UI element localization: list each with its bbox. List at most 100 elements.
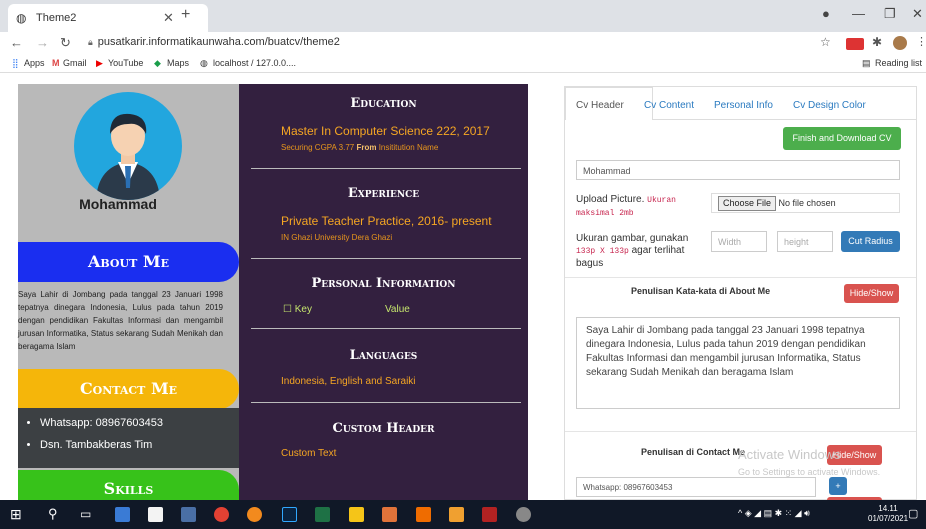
- excel-icon[interactable]: [315, 507, 330, 522]
- divider: [251, 328, 521, 329]
- search-icon[interactable]: ⚲: [48, 506, 58, 522]
- globe-icon: ◍: [16, 11, 27, 25]
- lock-icon: 🔒︎: [88, 37, 93, 47]
- profile-avatar: [74, 92, 182, 200]
- youtube-icon: ▶: [96, 58, 103, 68]
- word-icon[interactable]: [115, 507, 130, 522]
- divider: [251, 402, 521, 403]
- app-icon[interactable]: [449, 507, 464, 522]
- cv-main: Education Master In Computer Science 222…: [239, 84, 528, 500]
- bookmark-gmail[interactable]: Gmail: [63, 58, 87, 68]
- address-bar-row: ← → ↻ 🔒︎ pusatkarir.informatikaunwaha.com…: [0, 32, 926, 54]
- photoshop-icon[interactable]: [282, 507, 297, 522]
- experience-role: Private Teacher Practice, 2016- present: [281, 214, 492, 228]
- taskbar-clock[interactable]: 14.11 01/07/2021: [868, 504, 908, 524]
- about-me-heading: About Me: [18, 242, 239, 282]
- tab-personal-info[interactable]: Personal Info: [714, 100, 773, 111]
- taskbar: ⊞ ⚲ ▭ ^ ◈ ◢ ▤ ✱ ⁙ ◢ 🔊︎ ▢: [0, 500, 926, 529]
- close-window-icon[interactable]: ✕: [912, 6, 923, 22]
- maximize-icon[interactable]: ❐: [884, 6, 896, 22]
- contact-item: Dsn. Tambakberas Tim: [40, 434, 239, 456]
- upload-label: Upload Picture. Ukuran maksimal 2mb: [576, 194, 676, 218]
- notification-icon[interactable]: ▢: [908, 507, 918, 520]
- reading-list[interactable]: Reading list: [875, 58, 922, 68]
- personal-key: ☐ Key: [283, 304, 312, 315]
- file-input[interactable]: Choose File No file chosen: [711, 193, 900, 213]
- contact-input[interactable]: Whatsapp: 08967603453: [576, 477, 816, 497]
- sublime-icon[interactable]: [349, 507, 364, 522]
- experience-place: IN Ghazi University Dera Ghazi: [281, 233, 393, 242]
- contact-me-heading: Contact Me: [18, 369, 239, 409]
- app-icon[interactable]: [516, 507, 531, 522]
- firefox-icon[interactable]: [247, 507, 262, 522]
- bookmark-apps[interactable]: Apps: [24, 58, 45, 68]
- browser-tab[interactable]: ◍ Theme2 ✕: [8, 4, 208, 32]
- activation-watermark-title: Activate Windows: [738, 447, 841, 462]
- chrome-icon[interactable]: [214, 507, 229, 522]
- app-icon[interactable]: [382, 507, 397, 522]
- finish-download-button[interactable]: Finish and Download CV: [783, 127, 901, 150]
- app-icon[interactable]: [416, 507, 431, 522]
- size-label: Ukuran gambar, gunakan 133p X 133p agar …: [576, 233, 689, 269]
- puzzle-icon[interactable]: ✱: [872, 35, 882, 49]
- divider: [251, 168, 521, 169]
- checkbox-icon: ☐: [283, 304, 292, 315]
- contact-section-title: Penulisan di Contact Me: [641, 447, 746, 457]
- store-icon[interactable]: [148, 507, 163, 522]
- url-field[interactable]: 🔒︎ pusatkarir.informatikaunwaha.com/buatc…: [88, 36, 340, 48]
- back-icon[interactable]: ←: [10, 35, 23, 50]
- menu-icon[interactable]: ⋮: [916, 35, 926, 48]
- tab-cv-design-color[interactable]: Cv Design Color: [793, 100, 866, 111]
- extension-icon[interactable]: [846, 38, 864, 50]
- experience-heading: Experience: [347, 186, 420, 201]
- minimize-icon[interactable]: —: [852, 6, 865, 21]
- about-hide-show-button[interactable]: Hide/Show: [844, 284, 899, 303]
- tab-underline: [653, 119, 916, 120]
- forward-icon[interactable]: →: [36, 35, 49, 50]
- filezilla-icon[interactable]: [482, 507, 497, 522]
- close-tab-icon[interactable]: ✕: [163, 10, 174, 26]
- add-contact-button[interactable]: +: [829, 477, 847, 495]
- url-text: pusatkarir.informatikaunwaha.com/buatcv/…: [97, 36, 340, 48]
- gmail-icon: M: [52, 58, 60, 68]
- maps-icon: ◆: [154, 58, 161, 68]
- reload-icon[interactable]: ↻: [60, 35, 71, 51]
- custom-value: Custom Text: [281, 448, 337, 459]
- height-input[interactable]: height: [777, 231, 833, 252]
- bookmarks-bar: ⣿ Apps M Gmail ▶ YouTube ◆ Maps ◍ localh…: [0, 54, 926, 73]
- cv-sidebar: Mohammad About Me Saya Lahir di Jombang …: [18, 84, 239, 500]
- divider: [565, 431, 916, 432]
- task-view-icon[interactable]: ▭: [80, 507, 91, 521]
- education-heading: Education: [350, 96, 417, 111]
- bookmark-youtube[interactable]: YouTube: [108, 58, 143, 68]
- avatar[interactable]: [893, 36, 907, 50]
- custom-heading: Custom Header: [332, 421, 435, 436]
- tab-cv-content[interactable]: Cv Content: [644, 100, 694, 111]
- bookmark-maps[interactable]: Maps: [167, 58, 189, 68]
- record-icon[interactable]: ●: [822, 6, 830, 21]
- languages-value: Indonesia, English and Saraiki: [281, 376, 416, 387]
- name-input[interactable]: Mohammad: [576, 160, 900, 180]
- system-tray-icons[interactable]: ^ ◈ ◢ ▤ ✱ ⁙ ◢ 🔊︎: [738, 508, 810, 519]
- about-textarea[interactable]: Saya Lahir di Jombang pada tanggal 23 Ja…: [576, 317, 900, 409]
- divider: [565, 277, 916, 278]
- star-icon[interactable]: ☆: [820, 35, 831, 49]
- explorer-icon[interactable]: [181, 507, 196, 522]
- activation-watermark-text: Go to Settings to activate Windows.: [738, 467, 881, 477]
- tab-strip: ◍ Theme2 ✕ + ● — ❐ ✕: [0, 0, 926, 32]
- tab-cv-header[interactable]: Cv Header: [576, 100, 624, 111]
- divider: [251, 258, 521, 259]
- windows-start-icon[interactable]: ⊞: [10, 506, 22, 523]
- bookmark-localhost[interactable]: localhost / 127.0.0....: [213, 58, 296, 68]
- editor-panel: Cv Header Cv Content Personal Info Cv De…: [564, 86, 917, 501]
- contact-item: Whatsapp: 08967603453: [40, 412, 239, 434]
- globe-icon: ◍: [200, 58, 208, 68]
- cv-name: Mohammad: [79, 196, 157, 212]
- education-degree: Master In Computer Science 222, 2017: [281, 124, 490, 138]
- choose-file-button[interactable]: Choose File: [718, 196, 777, 211]
- skills-heading: Skills: [18, 470, 239, 500]
- cut-radius-button[interactable]: Cut Radius: [841, 231, 900, 252]
- width-input[interactable]: Width: [711, 231, 767, 252]
- new-tab-icon[interactable]: +: [181, 6, 190, 24]
- contact-list: Whatsapp: 08967603453 Dsn. Tambakberas T…: [18, 408, 239, 468]
